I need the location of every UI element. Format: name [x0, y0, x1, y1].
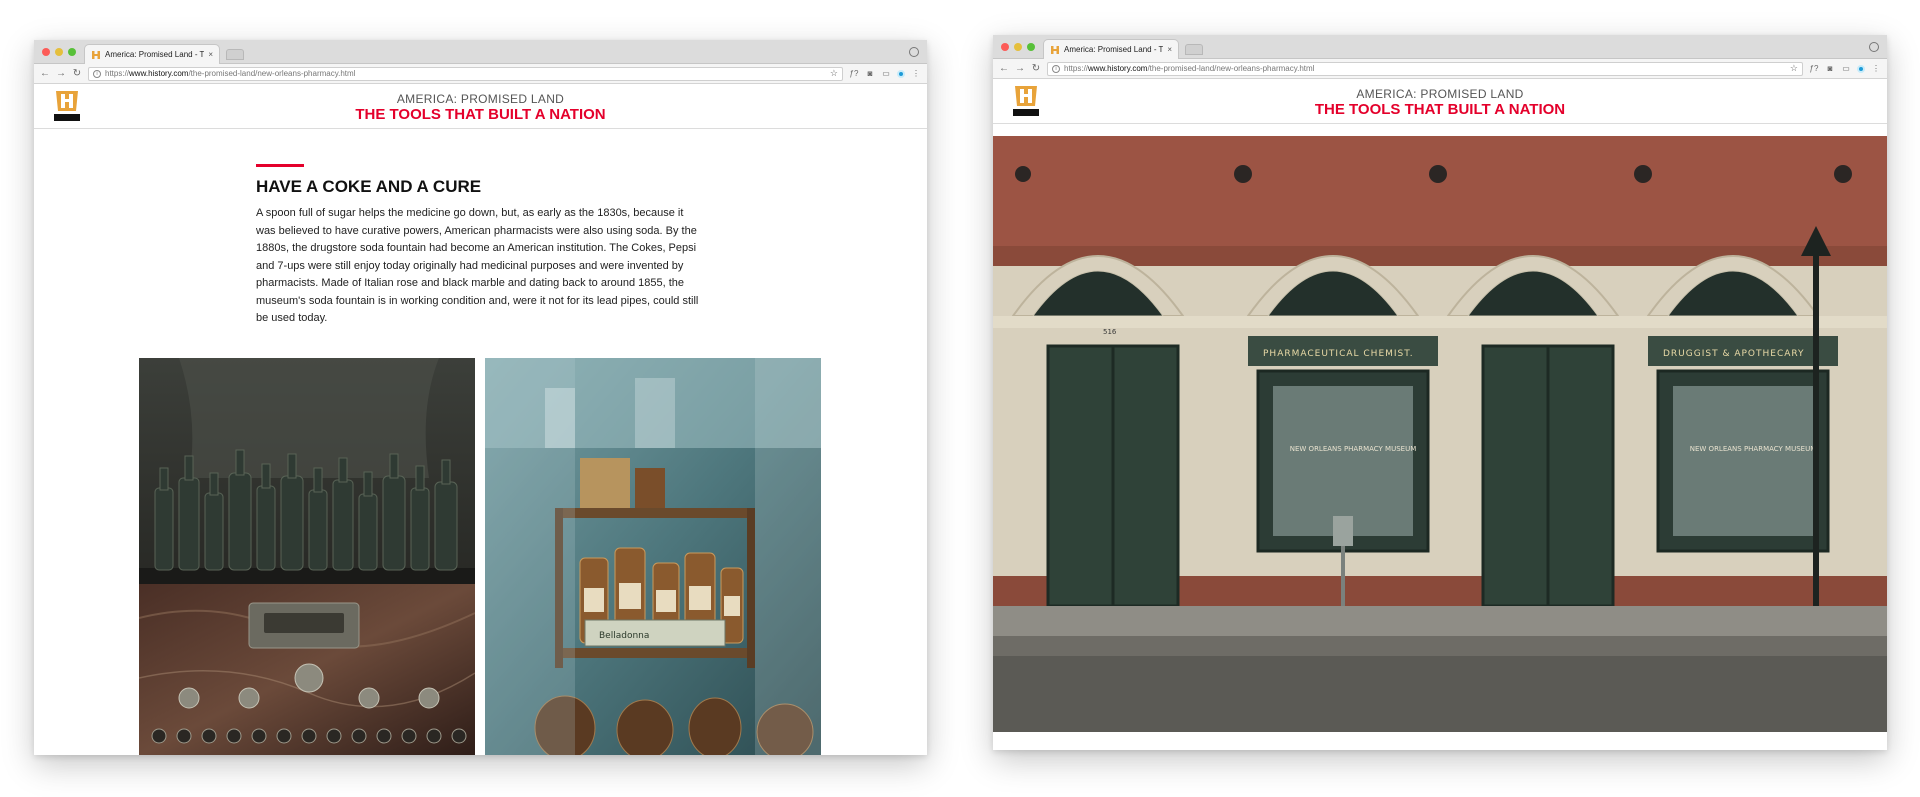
site-kicker: AMERICA: PROMISED LAND: [396, 92, 565, 106]
back-icon[interactable]: ←: [999, 63, 1009, 74]
new-tab-button[interactable]: [1185, 44, 1203, 55]
sign-pharmaceutical-chemist: PHARMACEUTICAL CHEMIST.: [1263, 349, 1414, 359]
camera-extension-icon[interactable]: ◙: [1825, 64, 1835, 73]
site-info-icon[interactable]: i: [1052, 64, 1060, 73]
url-path: /the-promised-land/new-orleans-pharmacy.…: [1147, 64, 1315, 73]
browser-tab[interactable]: America: Promised Land - The ×: [84, 44, 220, 64]
belladonna-label: Belladonna: [599, 631, 649, 641]
close-window-button[interactable]: [1001, 43, 1009, 51]
site-brand: AMERICA: PROMISED LAND THE TOOLS THAT BU…: [993, 87, 1887, 119]
browser-window-left: America: Promised Land - The × ← → ↻ i h…: [34, 40, 927, 755]
forward-icon[interactable]: →: [56, 68, 66, 79]
tab-title: America: Promised Land - The: [105, 50, 205, 59]
new-tab-button[interactable]: [226, 49, 244, 60]
site-header: AMERICA: PROMISED LAND THE TOOLS THAT BU…: [993, 79, 1887, 124]
cast-extension-icon[interactable]: ▭: [1841, 64, 1851, 73]
minimize-window-button[interactable]: [55, 48, 63, 56]
reload-icon[interactable]: ↻: [72, 68, 82, 79]
history-favicon-icon: [1051, 45, 1059, 54]
tab-close-icon[interactable]: ×: [1167, 45, 1172, 54]
apothecary-bottles-photo: [139, 358, 475, 755]
url-scheme: https://: [105, 69, 130, 78]
sign-druggist-apothecary: DRUGGIST & APOTHECARY: [1663, 349, 1805, 359]
camera-extension-icon[interactable]: ◙: [865, 69, 875, 78]
url-domain: www.history.com: [129, 69, 189, 78]
maximize-window-button[interactable]: [1027, 43, 1035, 51]
site-info-icon[interactable]: i: [93, 69, 101, 78]
maximize-window-button[interactable]: [68, 48, 76, 56]
address-bar[interactable]: i https://www.history.com/the-promised-l…: [1047, 61, 1803, 76]
font-extension-icon[interactable]: ƒ?: [849, 69, 859, 78]
address-bar[interactable]: i https://www.history.com/the-promised-l…: [88, 66, 843, 81]
blue-extension-icon[interactable]: [1857, 64, 1865, 73]
screenshot-stage: America: Promised Land - The × ← → ↻ i h…: [0, 0, 1920, 797]
blue-extension-icon[interactable]: [897, 69, 905, 78]
shelf-image: Belladonna: [485, 358, 821, 755]
article-title: HAVE A COKE AND A CURE: [256, 177, 482, 196]
profile-icon[interactable]: [909, 47, 919, 57]
site-header: AMERICA: PROMISED LAND THE TOOLS THAT BU…: [34, 84, 927, 129]
browser-toolbar: ← → ↻ i https://www.history.com/the-prom…: [34, 64, 927, 84]
pharmacy-storefront-photo: PHARMACEUTICAL CHEMIST. DRUGGIST & APOTH…: [993, 136, 1887, 732]
menu-icon[interactable]: ⋮: [911, 69, 921, 78]
window-controls: [42, 48, 76, 56]
url-scheme: https://: [1064, 64, 1089, 73]
tab-title: America: Promised Land - The: [1064, 45, 1164, 54]
reload-icon[interactable]: ↻: [1031, 63, 1041, 74]
window-controls: [1001, 43, 1035, 51]
tab-bar: America: Promised Land - The ×: [34, 40, 927, 64]
font-extension-icon[interactable]: ƒ?: [1809, 64, 1819, 73]
bookmark-star-icon[interactable]: ☆: [830, 68, 838, 79]
profile-icon[interactable]: [1869, 42, 1879, 52]
medicine-shelf-photo: Belladonna: [485, 358, 821, 755]
bookmark-star-icon[interactable]: ☆: [1790, 63, 1798, 74]
window-museum-text-left: NEW ORLEANS PHARMACY MUSEUM: [1290, 445, 1417, 453]
browser-toolbar: ← → ↻ i https://www.history.com/the-prom…: [993, 59, 1887, 79]
site-headline: THE TOOLS THAT BUILT A NATION: [1314, 101, 1566, 118]
url-text: https://www.history.com/the-promised-lan…: [105, 69, 355, 78]
storefront-image: PHARMACEUTICAL CHEMIST. DRUGGIST & APOTH…: [993, 136, 1887, 732]
bottles-image: [139, 358, 475, 755]
tab-bar: America: Promised Land - The ×: [993, 35, 1887, 59]
site-brand: AMERICA: PROMISED LAND THE TOOLS THAT BU…: [34, 92, 927, 124]
building-number: 516: [1103, 328, 1117, 336]
site-headline: THE TOOLS THAT BUILT A NATION: [355, 106, 606, 123]
history-favicon-icon: [92, 50, 100, 59]
forward-icon[interactable]: →: [1015, 63, 1025, 74]
url-domain: www.history.com: [1088, 64, 1148, 73]
menu-icon[interactable]: ⋮: [1871, 64, 1881, 73]
tab-close-icon[interactable]: ×: [208, 50, 213, 59]
window-museum-text-right: NEW ORLEANS PHARMACY MUSEUM: [1690, 445, 1817, 453]
cast-extension-icon[interactable]: ▭: [881, 69, 891, 78]
url-text: https://www.history.com/the-promised-lan…: [1064, 64, 1314, 73]
browser-tab[interactable]: America: Promised Land - The ×: [1043, 39, 1179, 59]
article-body: A spoon full of sugar helps the medicine…: [256, 207, 699, 324]
article: HAVE A COKE AND A CURE A spoon full of s…: [256, 164, 706, 328]
site-kicker: AMERICA: PROMISED LAND: [1356, 87, 1524, 101]
browser-window-right: America: Promised Land - The × ← → ↻ i h…: [993, 35, 1887, 750]
accent-divider: [256, 164, 304, 167]
back-icon[interactable]: ←: [40, 68, 50, 79]
minimize-window-button[interactable]: [1014, 43, 1022, 51]
close-window-button[interactable]: [42, 48, 50, 56]
url-path: /the-promised-land/new-orleans-pharmacy.…: [188, 69, 356, 78]
